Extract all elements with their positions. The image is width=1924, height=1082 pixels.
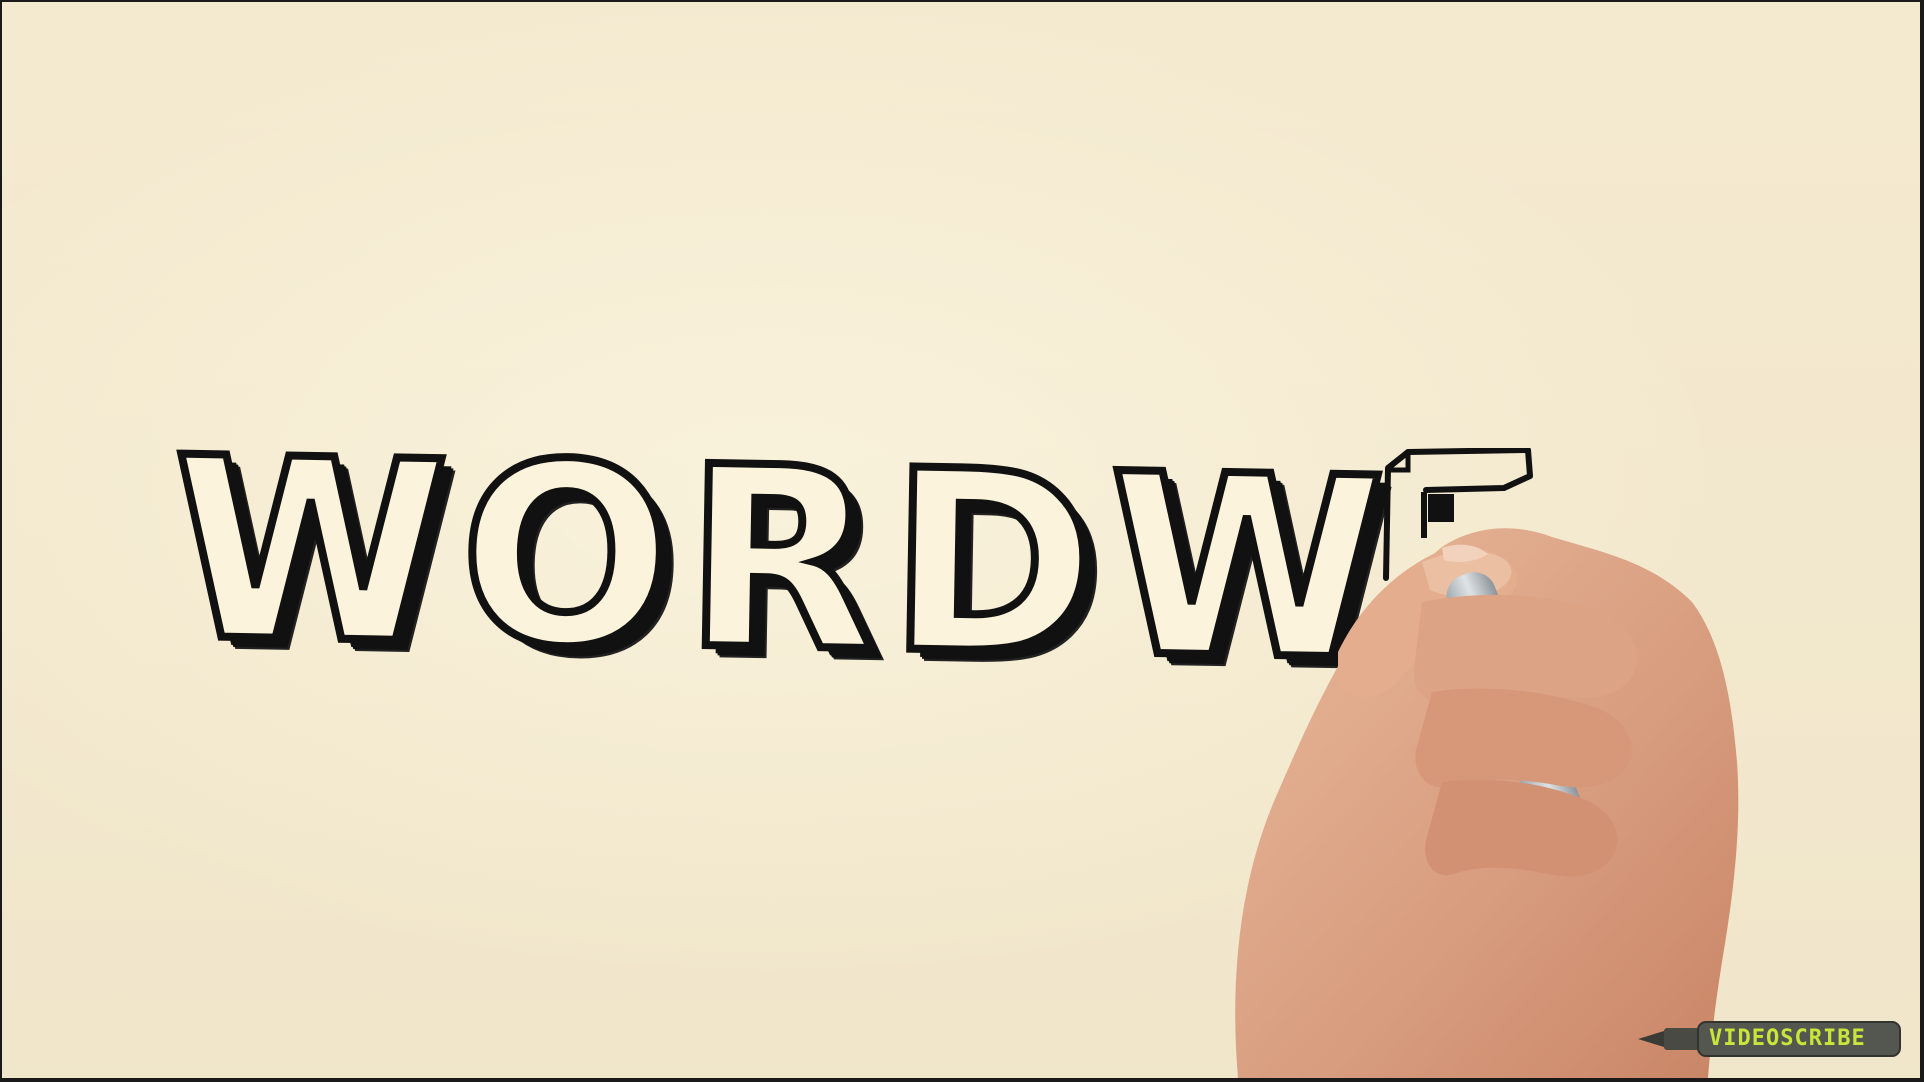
videoscribe-logo: VIDEOSCRIBE	[1634, 1018, 1904, 1060]
video-frame: WORDW VIDEOSCRIBE	[2, 2, 1920, 1078]
logo-label: VIDEOSCRIBE	[1709, 1026, 1866, 1051]
hand-holding-marker-icon	[1235, 528, 1739, 1078]
